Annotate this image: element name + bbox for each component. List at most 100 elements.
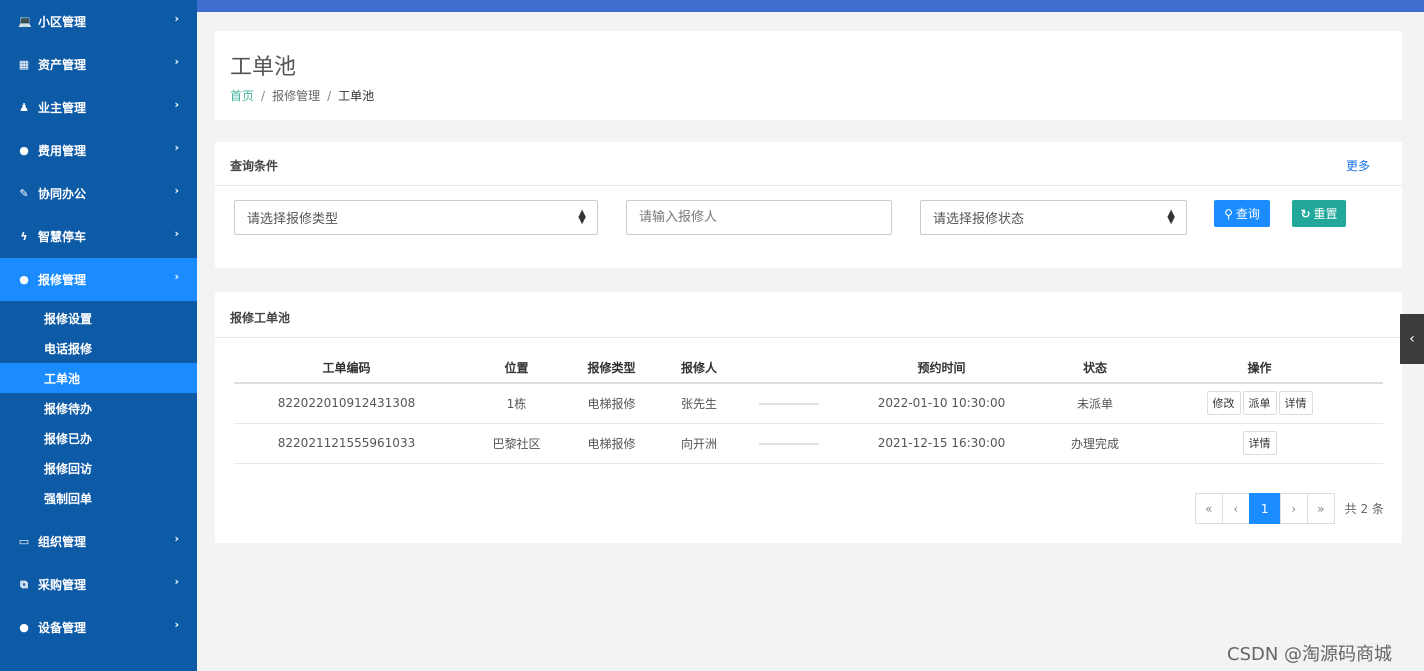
pagination-first[interactable]: «: [1194, 493, 1223, 524]
reset-button[interactable]: ↻ 重置: [1292, 200, 1346, 227]
work-order-table: 工单编码 位置 报修类型 报修人 预约时间 状态 操作 822022010912431308…: [234, 352, 1383, 464]
breadcrumb: 首页 / 报修管理 / 工单池: [230, 87, 374, 104]
edit-icon: ✎: [19, 187, 29, 200]
chevron-right-icon: ›: [174, 227, 179, 240]
breadcrumb-repair-management[interactable]: 报修管理: [272, 89, 320, 103]
sidebar-subitem-强制回单[interactable]: 强制回单: [0, 483, 197, 513]
chevron-right-icon: ›: [174, 618, 179, 631]
order-code-cell: 822021121555961033: [234, 423, 459, 464]
page-header: 工单池 首页 / 报修管理 / 工单池: [215, 31, 1402, 120]
globe-icon: ●: [19, 621, 29, 634]
sidebar-item-采购管理[interactable]: ⧉ 采购管理 ›: [0, 563, 197, 606]
pagination-prev[interactable]: ‹: [1221, 493, 1250, 524]
more-link[interactable]: 更多: [1346, 157, 1370, 174]
sidebar-item-费用管理[interactable]: ● 费用管理 ›: [0, 129, 197, 172]
sidebar-subitem-报修待办[interactable]: 报修待办: [0, 393, 197, 423]
action-button-详情[interactable]: 详情: [1278, 391, 1313, 416]
redacted-cell: [749, 383, 829, 424]
table-body: 822022010912431308 1栋 电梯报修 张先生 2022-01-10 10…: [234, 383, 1383, 464]
column-header: [749, 352, 829, 384]
globe-icon: ●: [19, 273, 29, 286]
repair-type-select[interactable]: 请选择报修类型 ▲ ▼: [234, 200, 598, 235]
repair-status-select[interactable]: 请选择报修状态 ▲ ▼: [920, 200, 1187, 235]
status-cell: 办理完成: [1054, 423, 1136, 464]
reset-button-label: 重置: [1313, 207, 1338, 221]
sidebar-item-小区管理[interactable]: 💻 小区管理 ›: [0, 0, 197, 43]
pagination-last[interactable]: »: [1306, 493, 1335, 524]
pagination-page-current[interactable]: 1: [1248, 493, 1281, 524]
chevron-right-icon: ›: [174, 141, 179, 154]
chevron-right-icon: ›: [174, 98, 179, 111]
column-header: 操作: [1136, 352, 1383, 384]
sidebar-item-label: 组织管理: [38, 535, 87, 549]
sidebar-subitem-工单池[interactable]: 工单池: [0, 363, 197, 393]
repair-type-select-value: 请选择报修类型: [247, 212, 339, 227]
action-button-修改[interactable]: 修改: [1206, 391, 1241, 416]
laptop-icon: 💻: [18, 15, 32, 28]
chevron-right-icon: ›: [174, 12, 179, 25]
pagination-total: 共 2 条: [1344, 502, 1384, 516]
side-collapse-tab[interactable]: ‹: [1400, 314, 1424, 364]
sidebar-item-label: 资产管理: [38, 58, 87, 72]
action-button-派单[interactable]: 派单: [1242, 391, 1277, 416]
sidebar-item-智慧停车[interactable]: ϟ 智慧停车 ›: [0, 215, 197, 258]
sidebar-item-label: 业主管理: [38, 101, 87, 115]
order-code-cell: 822022010912431308: [234, 383, 459, 424]
divider: [215, 185, 1402, 186]
column-header: 报修类型: [574, 352, 649, 384]
pagination: « ‹ 1 › » 共 2 条: [1194, 493, 1384, 524]
redacted-mark: [759, 442, 819, 445]
column-header: 位置: [459, 352, 574, 384]
repair-status-select-value: 请选择报修状态: [933, 212, 1025, 227]
column-header: 预约时间: [829, 352, 1054, 384]
grid-icon: ▦: [18, 58, 30, 71]
page-title: 工单池: [230, 55, 297, 80]
work-order-panel-title: 报修工单池: [230, 311, 291, 325]
chevron-left-icon: ‹: [1409, 331, 1415, 347]
chevron-right-icon: ›: [174, 575, 179, 588]
repairer-cell: 向开洲: [649, 423, 749, 464]
sidebar-subitem-报修回访[interactable]: 报修回访: [0, 453, 197, 483]
action-button-详情[interactable]: 详情: [1242, 431, 1277, 455]
sidebar-item-报修管理[interactable]: ● 报修管理 ›: [0, 258, 197, 301]
monitor-icon: ▭: [18, 535, 30, 548]
pagination-next[interactable]: ›: [1279, 493, 1308, 524]
sidebar-item-业主管理[interactable]: ♟ 业主管理 ›: [0, 86, 197, 129]
breadcrumb-home-link[interactable]: 首页: [230, 89, 254, 103]
sidebar-item-协同办公[interactable]: ✎ 协同办公 ›: [0, 172, 197, 215]
location-cell: 巴黎社区: [459, 423, 574, 464]
breadcrumb-current: 工单池: [338, 89, 375, 103]
sidebar-item-组织管理[interactable]: ▭ 组织管理 ›: [0, 520, 197, 563]
appointment-time-cell: 2022-01-10 10:30:00: [829, 383, 1054, 424]
sidebar-subitem-电话报修[interactable]: 电话报修: [0, 333, 197, 363]
query-button[interactable]: ⚲ 查询: [1214, 200, 1270, 227]
search-icon: ⚲: [1224, 206, 1233, 221]
sidebar-item-设备管理[interactable]: ● 设备管理 ›: [0, 606, 197, 649]
sidebar-item-label: 采购管理: [38, 578, 87, 592]
sidebar-subitem-报修已办[interactable]: 报修已办: [0, 423, 197, 453]
sidebar-item-label: 智慧停车: [38, 230, 87, 244]
query-button-label: 查询: [1235, 207, 1260, 221]
redacted-mark: [759, 402, 819, 405]
sidebar-item-label: 协同办公: [38, 187, 87, 201]
column-header: 状态: [1054, 352, 1136, 384]
redacted-cell: [749, 423, 829, 464]
bolt-icon: ϟ: [20, 230, 28, 243]
repairer-input[interactable]: [626, 200, 892, 235]
repair-type-cell: 电梯报修: [574, 383, 649, 424]
actions-cell: 修改 派单 详情: [1136, 383, 1383, 424]
globe-icon: ●: [19, 144, 29, 157]
breadcrumb-separator: /: [327, 89, 332, 103]
chevron-right-icon: ›: [174, 55, 179, 68]
sidebar-item-label: 费用管理: [38, 144, 87, 158]
actions-cell: 详情: [1136, 423, 1383, 464]
column-header: 报修人: [649, 352, 749, 384]
location-cell: 1栋: [459, 383, 574, 424]
table-header-row: 工单编码 位置 报修类型 报修人 预约时间 状态 操作: [234, 352, 1383, 384]
sidebar-subitem-报修设置[interactable]: 报修设置: [0, 303, 197, 333]
sidebar-item-资产管理[interactable]: ▦ 资产管理 ›: [0, 43, 197, 86]
sidebar: 💻 小区管理 › ▦ 资产管理 › ♟ 业主管理 › ● 费用管理 › ✎ 协同办公 › ϟ 智慧停车 › ● 报修管…: [0, 0, 197, 671]
status-cell: 未派单: [1054, 383, 1136, 424]
top-bar: [197, 0, 1424, 12]
sidebar-item-label: 小区管理: [38, 15, 87, 29]
